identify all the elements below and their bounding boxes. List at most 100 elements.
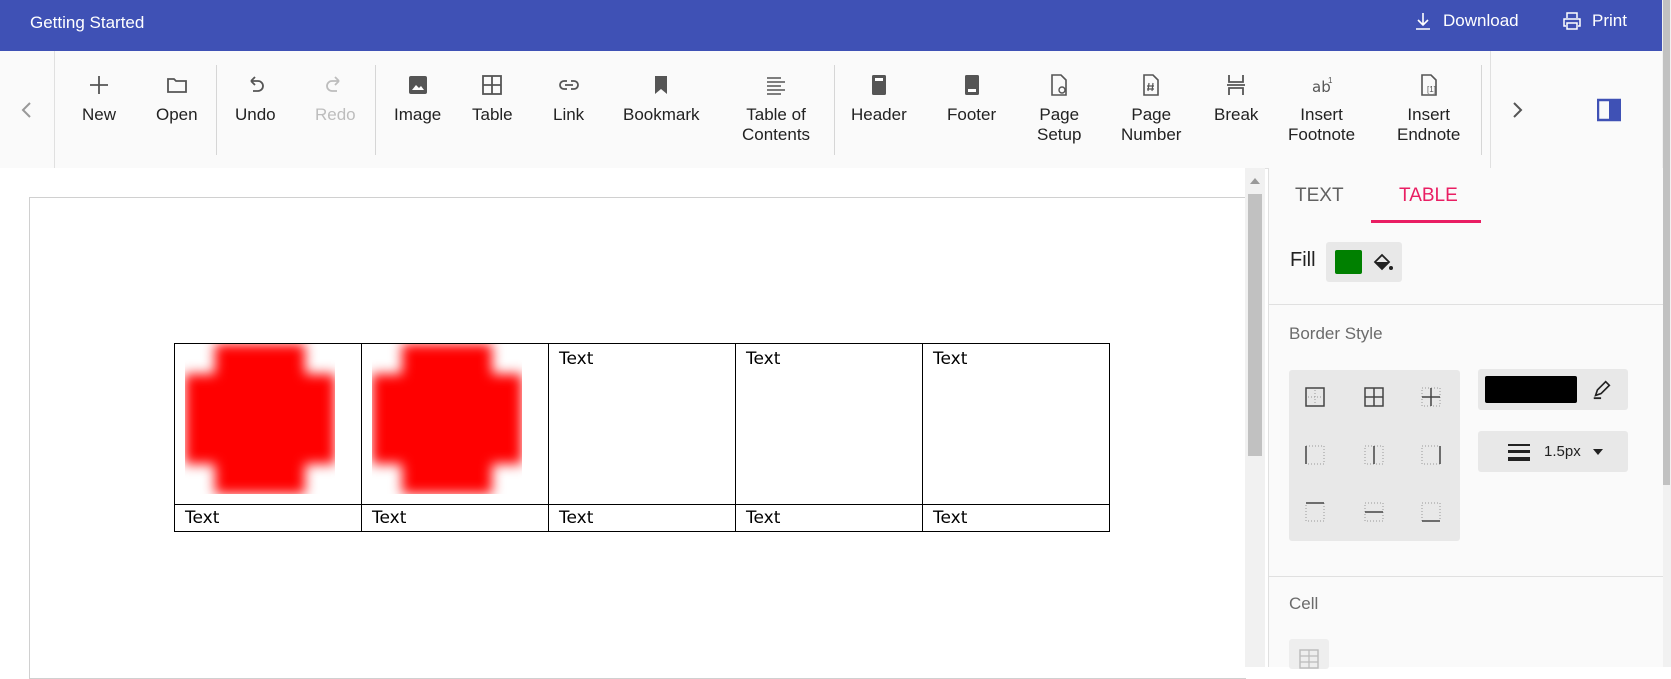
toolbar-label: Undo xyxy=(235,105,276,124)
red-image[interactable] xyxy=(372,344,522,494)
toolbar-separator xyxy=(1490,51,1491,168)
properties-pane: TEXT TABLE Fill Border Style 1.5px Cell xyxy=(1268,168,1663,669)
table-cell[interactable]: Text xyxy=(548,343,736,505)
header-icon xyxy=(871,75,886,95)
table-cell[interactable] xyxy=(361,343,549,505)
toolbar-toc-button[interactable]: Table of Contents xyxy=(742,69,810,145)
toolbar-separator xyxy=(216,65,217,155)
border-right-icon[interactable] xyxy=(1419,443,1443,467)
border-all-icon[interactable] xyxy=(1362,385,1386,409)
toolbar-label: Image xyxy=(394,105,442,124)
toolbar-label: Header xyxy=(851,105,907,124)
toolbar-break-button[interactable]: Break xyxy=(1214,69,1258,125)
toc-icon xyxy=(767,77,786,95)
border-color-swatch[interactable] xyxy=(1485,376,1577,403)
active-tab-indicator xyxy=(1371,220,1481,223)
border-bottom-icon[interactable] xyxy=(1419,500,1443,524)
fill-color-swatch[interactable] xyxy=(1335,250,1362,274)
printer-icon xyxy=(1563,12,1581,30)
document-scrollbar-thumb[interactable] xyxy=(1248,194,1262,456)
border-top-icon[interactable] xyxy=(1303,500,1327,524)
toolbar-separator xyxy=(375,65,376,155)
toolbar-label: Redo xyxy=(315,105,356,124)
svg-text:[1]: [1] xyxy=(1427,85,1436,94)
toolbar-endnote-button[interactable]: [1] Insert Endnote xyxy=(1397,69,1460,145)
toolbar-bookmark-button[interactable]: Bookmark xyxy=(623,69,700,125)
border-vertical-icon[interactable] xyxy=(1362,443,1386,467)
table-cell[interactable] xyxy=(174,343,362,505)
toolbar-open-button[interactable]: Open xyxy=(156,69,198,125)
chevron-right-icon xyxy=(1513,101,1523,118)
toolbar-undo-button[interactable]: Undo xyxy=(235,69,276,125)
bookmark-icon xyxy=(655,76,668,94)
document-table[interactable]: Text Text Text Text Text Text Text Text xyxy=(174,343,1110,532)
print-button[interactable]: Print xyxy=(1562,11,1627,31)
table-cell[interactable]: Text xyxy=(174,504,362,532)
border-inside-icon[interactable] xyxy=(1419,385,1443,409)
table-icon xyxy=(482,75,503,95)
fill-label: Fill xyxy=(1290,249,1316,271)
border-outside-icon[interactable] xyxy=(1303,385,1327,409)
table-cell[interactable]: Text xyxy=(735,504,923,532)
paint-bucket-icon[interactable] xyxy=(1370,250,1394,274)
toolbar-scroll-right-button[interactable] xyxy=(1490,51,1544,168)
toolbar-link-button[interactable]: Link xyxy=(553,69,584,125)
toolbar-label: Table of Contents xyxy=(742,105,811,144)
toolbar-new-button[interactable]: New xyxy=(82,69,116,125)
plus-icon xyxy=(90,76,108,94)
properties-tabs: TEXT TABLE xyxy=(1269,168,1663,226)
cell-table-icon xyxy=(1299,649,1319,669)
table-cell[interactable]: Text xyxy=(922,343,1110,505)
toolbar-page-number-button[interactable]: Page Number xyxy=(1121,69,1181,145)
red-image[interactable] xyxy=(185,344,335,494)
border-color-picker[interactable] xyxy=(1478,369,1628,410)
toolbar-label: Insert Footnote xyxy=(1288,105,1356,144)
table-cell[interactable]: Text xyxy=(735,343,923,505)
toolbar-header-button[interactable]: Header xyxy=(851,69,907,125)
window-scrollbar[interactable] xyxy=(1662,0,1671,667)
image-icon xyxy=(408,76,427,94)
break-icon xyxy=(1227,75,1246,95)
toolbar-redo-button[interactable]: Redo xyxy=(315,69,356,125)
toolbar-label: Bookmark xyxy=(623,105,700,124)
fill-color-picker[interactable] xyxy=(1326,242,1402,282)
tab-table[interactable]: TABLE xyxy=(1399,185,1458,207)
divider xyxy=(1269,304,1663,305)
table-cell[interactable]: Text xyxy=(361,504,549,532)
window-scrollbar-thumb[interactable] xyxy=(1663,0,1670,485)
toolbar-label: Insert Endnote xyxy=(1397,105,1461,144)
download-label: Download xyxy=(1443,11,1519,30)
table-cell[interactable]: Text xyxy=(922,504,1110,532)
tab-text[interactable]: TEXT xyxy=(1295,185,1344,207)
toolbar-table-button[interactable]: Table xyxy=(472,69,513,125)
document-scrollbar[interactable] xyxy=(1245,168,1265,667)
toolbar-label: Page Number xyxy=(1121,105,1182,144)
toolbar: New Open Undo Redo Image Table Link Book… xyxy=(0,51,1662,169)
toolbar-scroll-left-button[interactable] xyxy=(0,51,55,168)
print-label: Print xyxy=(1592,11,1627,30)
page-number-icon xyxy=(1143,74,1160,96)
toolbar-label: Table xyxy=(472,105,513,124)
link-icon xyxy=(558,80,579,90)
toolbar-label: Break xyxy=(1214,105,1259,124)
cell-options-button[interactable] xyxy=(1289,639,1329,669)
toolbar-separator xyxy=(1481,65,1482,155)
properties-pane-toggle-icon[interactable] xyxy=(1597,98,1621,122)
border-left-icon[interactable] xyxy=(1303,443,1327,467)
toolbar-page-setup-button[interactable]: Page Setup xyxy=(1037,69,1081,145)
line-weight-icon xyxy=(1508,443,1530,461)
toolbar-footnote-button[interactable]: ab 1 Insert Footnote xyxy=(1288,69,1355,145)
divider xyxy=(1269,576,1663,577)
undo-icon xyxy=(250,76,265,92)
border-style-grid xyxy=(1289,370,1460,541)
toolbar-image-button[interactable]: Image xyxy=(394,69,441,125)
folder-icon xyxy=(166,78,187,93)
pen-icon[interactable] xyxy=(1591,378,1613,400)
table-cell[interactable]: Text xyxy=(548,504,736,532)
scroll-up-icon[interactable] xyxy=(1250,178,1260,184)
border-horizontal-icon[interactable] xyxy=(1362,500,1386,524)
border-width-dropdown[interactable]: 1.5px xyxy=(1478,431,1628,472)
download-button[interactable]: Download xyxy=(1413,11,1519,31)
toolbar-label: New xyxy=(82,105,117,124)
toolbar-footer-button[interactable]: Footer xyxy=(947,69,996,125)
